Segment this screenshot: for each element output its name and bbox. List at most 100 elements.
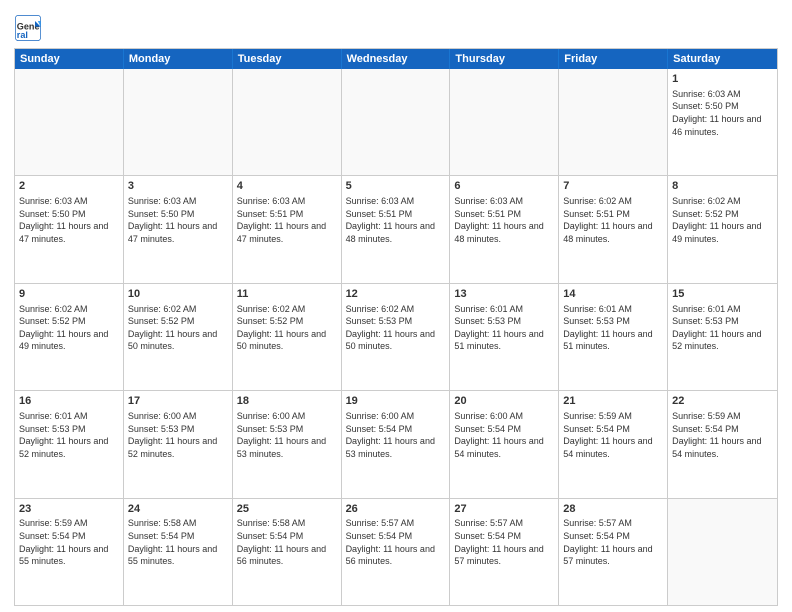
calendar-header: SundayMondayTuesdayWednesdayThursdayFrid…	[15, 49, 777, 69]
day-info: Sunrise: 5:59 AM Sunset: 5:54 PM Dayligh…	[563, 410, 663, 460]
day-cell-4: 4Sunrise: 6:03 AM Sunset: 5:51 PM Daylig…	[233, 176, 342, 282]
day-cell-19: 19Sunrise: 6:00 AM Sunset: 5:54 PM Dayli…	[342, 391, 451, 497]
day-number: 4	[237, 179, 337, 194]
calendar: SundayMondayTuesdayWednesdayThursdayFrid…	[14, 48, 778, 606]
day-cell-14: 14Sunrise: 6:01 AM Sunset: 5:53 PM Dayli…	[559, 284, 668, 390]
day-cell-17: 17Sunrise: 6:00 AM Sunset: 5:53 PM Dayli…	[124, 391, 233, 497]
day-number: 6	[454, 179, 554, 194]
day-cell-24: 24Sunrise: 5:58 AM Sunset: 5:54 PM Dayli…	[124, 499, 233, 605]
day-cell-25: 25Sunrise: 5:58 AM Sunset: 5:54 PM Dayli…	[233, 499, 342, 605]
day-cell-5: 5Sunrise: 6:03 AM Sunset: 5:51 PM Daylig…	[342, 176, 451, 282]
day-cell-empty-0-0	[15, 69, 124, 175]
day-cell-10: 10Sunrise: 6:02 AM Sunset: 5:52 PM Dayli…	[124, 284, 233, 390]
day-info: Sunrise: 6:02 AM Sunset: 5:52 PM Dayligh…	[237, 303, 337, 353]
day-info: Sunrise: 6:03 AM Sunset: 5:51 PM Dayligh…	[346, 195, 446, 245]
day-cell-12: 12Sunrise: 6:02 AM Sunset: 5:53 PM Dayli…	[342, 284, 451, 390]
day-info: Sunrise: 6:01 AM Sunset: 5:53 PM Dayligh…	[19, 410, 119, 460]
day-cell-27: 27Sunrise: 5:57 AM Sunset: 5:54 PM Dayli…	[450, 499, 559, 605]
day-number: 7	[563, 179, 663, 194]
day-cell-empty-0-3	[342, 69, 451, 175]
day-cell-8: 8Sunrise: 6:02 AM Sunset: 5:52 PM Daylig…	[668, 176, 777, 282]
day-cell-15: 15Sunrise: 6:01 AM Sunset: 5:53 PM Dayli…	[668, 284, 777, 390]
header: Gene ral	[14, 10, 778, 42]
day-cell-6: 6Sunrise: 6:03 AM Sunset: 5:51 PM Daylig…	[450, 176, 559, 282]
day-cell-11: 11Sunrise: 6:02 AM Sunset: 5:52 PM Dayli…	[233, 284, 342, 390]
day-number: 10	[128, 287, 228, 302]
day-number: 5	[346, 179, 446, 194]
page: Gene ral SundayMondayTuesdayWednesdayThu…	[0, 0, 792, 612]
day-info: Sunrise: 6:03 AM Sunset: 5:50 PM Dayligh…	[672, 88, 773, 138]
day-number: 11	[237, 287, 337, 302]
day-cell-20: 20Sunrise: 6:00 AM Sunset: 5:54 PM Dayli…	[450, 391, 559, 497]
day-cell-18: 18Sunrise: 6:00 AM Sunset: 5:53 PM Dayli…	[233, 391, 342, 497]
day-info: Sunrise: 6:00 AM Sunset: 5:53 PM Dayligh…	[237, 410, 337, 460]
day-number: 1	[672, 72, 773, 87]
day-number: 24	[128, 502, 228, 517]
weekday-header-monday: Monday	[124, 49, 233, 69]
day-number: 15	[672, 287, 773, 302]
day-number: 19	[346, 394, 446, 409]
day-cell-3: 3Sunrise: 6:03 AM Sunset: 5:50 PM Daylig…	[124, 176, 233, 282]
day-number: 16	[19, 394, 119, 409]
day-cell-9: 9Sunrise: 6:02 AM Sunset: 5:52 PM Daylig…	[15, 284, 124, 390]
day-info: Sunrise: 6:00 AM Sunset: 5:54 PM Dayligh…	[454, 410, 554, 460]
day-info: Sunrise: 5:58 AM Sunset: 5:54 PM Dayligh…	[237, 517, 337, 567]
day-number: 12	[346, 287, 446, 302]
day-cell-empty-4-6	[668, 499, 777, 605]
day-info: Sunrise: 6:00 AM Sunset: 5:54 PM Dayligh…	[346, 410, 446, 460]
calendar-row-5: 23Sunrise: 5:59 AM Sunset: 5:54 PM Dayli…	[15, 498, 777, 605]
day-info: Sunrise: 6:03 AM Sunset: 5:51 PM Dayligh…	[454, 195, 554, 245]
day-cell-28: 28Sunrise: 5:57 AM Sunset: 5:54 PM Dayli…	[559, 499, 668, 605]
day-info: Sunrise: 6:02 AM Sunset: 5:52 PM Dayligh…	[128, 303, 228, 353]
day-number: 26	[346, 502, 446, 517]
day-number: 14	[563, 287, 663, 302]
day-number: 2	[19, 179, 119, 194]
weekday-header-friday: Friday	[559, 49, 668, 69]
calendar-row-4: 16Sunrise: 6:01 AM Sunset: 5:53 PM Dayli…	[15, 390, 777, 497]
calendar-row-2: 2Sunrise: 6:03 AM Sunset: 5:50 PM Daylig…	[15, 175, 777, 282]
day-cell-13: 13Sunrise: 6:01 AM Sunset: 5:53 PM Dayli…	[450, 284, 559, 390]
day-number: 17	[128, 394, 228, 409]
svg-text:ral: ral	[17, 30, 28, 40]
day-number: 21	[563, 394, 663, 409]
day-cell-2: 2Sunrise: 6:03 AM Sunset: 5:50 PM Daylig…	[15, 176, 124, 282]
day-info: Sunrise: 5:57 AM Sunset: 5:54 PM Dayligh…	[346, 517, 446, 567]
logo-icon: Gene ral	[14, 14, 42, 42]
day-cell-empty-0-2	[233, 69, 342, 175]
day-info: Sunrise: 6:00 AM Sunset: 5:53 PM Dayligh…	[128, 410, 228, 460]
weekday-header-thursday: Thursday	[450, 49, 559, 69]
day-info: Sunrise: 6:02 AM Sunset: 5:53 PM Dayligh…	[346, 303, 446, 353]
day-number: 3	[128, 179, 228, 194]
calendar-body: 1Sunrise: 6:03 AM Sunset: 5:50 PM Daylig…	[15, 69, 777, 605]
day-cell-empty-0-5	[559, 69, 668, 175]
day-number: 13	[454, 287, 554, 302]
day-cell-1: 1Sunrise: 6:03 AM Sunset: 5:50 PM Daylig…	[668, 69, 777, 175]
day-info: Sunrise: 6:02 AM Sunset: 5:51 PM Dayligh…	[563, 195, 663, 245]
day-number: 27	[454, 502, 554, 517]
day-info: Sunrise: 6:01 AM Sunset: 5:53 PM Dayligh…	[454, 303, 554, 353]
weekday-header-tuesday: Tuesday	[233, 49, 342, 69]
day-cell-22: 22Sunrise: 5:59 AM Sunset: 5:54 PM Dayli…	[668, 391, 777, 497]
day-info: Sunrise: 6:01 AM Sunset: 5:53 PM Dayligh…	[672, 303, 773, 353]
day-number: 23	[19, 502, 119, 517]
weekday-header-sunday: Sunday	[15, 49, 124, 69]
day-info: Sunrise: 6:03 AM Sunset: 5:50 PM Dayligh…	[128, 195, 228, 245]
day-info: Sunrise: 5:57 AM Sunset: 5:54 PM Dayligh…	[454, 517, 554, 567]
day-cell-empty-0-1	[124, 69, 233, 175]
day-info: Sunrise: 5:59 AM Sunset: 5:54 PM Dayligh…	[672, 410, 773, 460]
day-cell-26: 26Sunrise: 5:57 AM Sunset: 5:54 PM Dayli…	[342, 499, 451, 605]
day-cell-16: 16Sunrise: 6:01 AM Sunset: 5:53 PM Dayli…	[15, 391, 124, 497]
day-info: Sunrise: 6:02 AM Sunset: 5:52 PM Dayligh…	[672, 195, 773, 245]
day-cell-7: 7Sunrise: 6:02 AM Sunset: 5:51 PM Daylig…	[559, 176, 668, 282]
weekday-header-saturday: Saturday	[668, 49, 777, 69]
day-number: 25	[237, 502, 337, 517]
day-info: Sunrise: 6:03 AM Sunset: 5:50 PM Dayligh…	[19, 195, 119, 245]
day-info: Sunrise: 6:01 AM Sunset: 5:53 PM Dayligh…	[563, 303, 663, 353]
day-cell-23: 23Sunrise: 5:59 AM Sunset: 5:54 PM Dayli…	[15, 499, 124, 605]
day-info: Sunrise: 5:57 AM Sunset: 5:54 PM Dayligh…	[563, 517, 663, 567]
calendar-row-1: 1Sunrise: 6:03 AM Sunset: 5:50 PM Daylig…	[15, 69, 777, 175]
day-number: 20	[454, 394, 554, 409]
day-number: 18	[237, 394, 337, 409]
calendar-row-3: 9Sunrise: 6:02 AM Sunset: 5:52 PM Daylig…	[15, 283, 777, 390]
logo: Gene ral	[14, 14, 44, 42]
